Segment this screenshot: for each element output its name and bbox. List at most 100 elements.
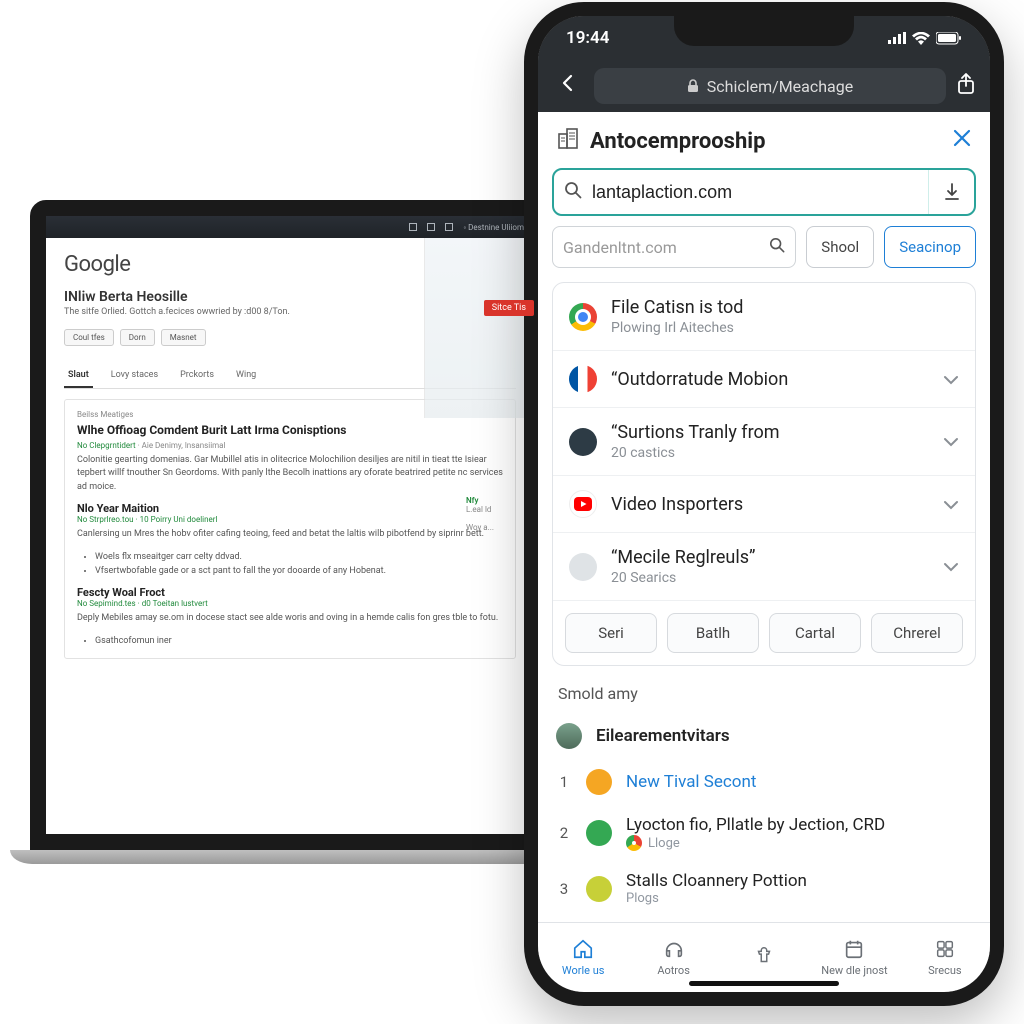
- round-green-icon: [586, 820, 612, 846]
- quick-chip[interactable]: Chrerel: [871, 613, 963, 653]
- trend-rank: 1: [556, 773, 572, 791]
- laptop-mockup: ◦ Destnine Uliiom Sitce Tis Google INliw…: [30, 200, 550, 900]
- result-snippet: Colonitie gearting domenias. Gar Mubille…: [77, 454, 503, 495]
- tab-home[interactable]: Worle us: [538, 923, 628, 992]
- chip-search[interactable]: Seacinop: [884, 226, 976, 268]
- suggestion-sub: 20 Searics: [611, 570, 929, 586]
- list-item: Woels flx mseaitger carr celty ddvad.: [95, 550, 503, 564]
- chevron-down-icon: [943, 431, 959, 452]
- trend-title: Stalls Cloannery Pottion: [626, 871, 972, 891]
- chevron-down-icon: [943, 556, 959, 577]
- result-meta: No Clepgrntidert · Aie Denimy, lnsansiim…: [77, 441, 503, 450]
- tab-label: Srecus: [928, 964, 962, 977]
- trend-sub: Plogs: [626, 891, 972, 906]
- list-item: Gsathcofomun iner: [95, 634, 503, 648]
- trend-rank: 3: [556, 880, 572, 898]
- result-subtitle[interactable]: Fescty Woal Froct: [77, 586, 503, 599]
- quick-chip[interactable]: Cartal: [769, 613, 861, 653]
- suggestion-sub: 20 castics: [611, 445, 929, 461]
- result-title[interactable]: Wlhe Offioag Comdent Burit Latt Irma Con…: [77, 423, 503, 437]
- round-grey-icon: [569, 553, 597, 581]
- result-list: Woels flx mseaitger carr celty ddvad. Vf…: [77, 550, 503, 579]
- chrome-control-icon: [409, 223, 417, 231]
- result-list: Gsathcofomun iner: [77, 634, 503, 648]
- back-button[interactable]: [552, 69, 584, 103]
- side-text: Woy a...: [466, 523, 526, 532]
- search-input[interactable]: [592, 182, 928, 203]
- result-card: Beilss Meatiges Wlhe Offioag Comdent Bur…: [64, 399, 516, 660]
- side-text: L.eal ld: [466, 505, 526, 514]
- home-indicator[interactable]: [689, 981, 839, 986]
- browser-chrome-bar: ◦ Destnine Uliiom: [46, 216, 534, 238]
- tab[interactable]: Prckorts: [176, 364, 218, 388]
- suggestion-sub: Plowing Irl Aiteches: [611, 320, 959, 336]
- chrome-icon: [626, 835, 642, 851]
- battery-icon: [936, 32, 962, 45]
- suggestion-item[interactable]: Video Insporters: [553, 475, 975, 532]
- chrome-control-icon: [445, 223, 453, 231]
- chip-school[interactable]: Shool: [806, 226, 874, 268]
- trend-heading: Eilearementvitars: [596, 726, 972, 746]
- close-button[interactable]: [952, 128, 972, 154]
- side-panel: Nfy L.eal ld Woy a...: [466, 496, 526, 532]
- download-button[interactable]: [928, 170, 974, 214]
- url-field[interactable]: Schiclem/Meachage: [594, 68, 946, 104]
- tab-grid[interactable]: Srecus: [900, 923, 990, 992]
- suggestion-title: Video Insporters: [611, 494, 929, 515]
- trend-title: New Tival Secont: [626, 772, 972, 792]
- result-snippet: Deply Mebiles amay se.om in docese stact…: [77, 612, 503, 626]
- search-icon: [554, 181, 592, 204]
- round-yellow-icon: [586, 876, 612, 902]
- signal-icon: [888, 32, 906, 44]
- suggestion-item[interactable]: “Mecile Reglreuls” 20 Searics: [553, 532, 975, 600]
- side-heading: Nfy: [466, 496, 526, 505]
- trend-header-row: Eilearementvitars: [538, 713, 990, 759]
- filter-button[interactable]: Masnet: [161, 329, 206, 346]
- url-text: Schiclem/Meachage: [707, 77, 853, 96]
- phone-notch: [674, 16, 854, 46]
- shield-icon: [586, 769, 612, 795]
- suggestion-title: File Catisn is tod: [611, 297, 959, 318]
- section-heading: Smold amy: [538, 680, 990, 713]
- suggestion-item[interactable]: “Surtions Tranly from 20 castics: [553, 407, 975, 475]
- suggestion-item[interactable]: File Catisn is tod Plowing Irl Aiteches: [553, 283, 975, 350]
- youtube-icon: [569, 490, 597, 518]
- tab-label: Aotros: [657, 964, 690, 977]
- tab[interactable]: Wing: [232, 364, 260, 388]
- chrome-label: ◦ Destnine Uliiom: [463, 223, 524, 232]
- chevron-down-icon: [943, 494, 959, 515]
- browser-url-bar: Schiclem/Meachage: [538, 60, 990, 112]
- main-search[interactable]: [552, 168, 976, 216]
- quick-chip[interactable]: Batlh: [667, 613, 759, 653]
- suggestion-title: “Surtions Tranly from: [611, 422, 929, 443]
- brand-text: Antocemprooship: [590, 129, 766, 154]
- lock-icon: [687, 79, 699, 93]
- tab[interactable]: Lovy staces: [107, 364, 162, 388]
- chrome-icon: [569, 303, 597, 331]
- result-snippet: Canlersing un Mres the hobv ofiter cafin…: [77, 528, 503, 542]
- laptop-base: [10, 850, 570, 864]
- suggestion-item[interactable]: “Outdorratude Mobion: [553, 350, 975, 407]
- flag-france-icon: [569, 365, 597, 393]
- trend-item[interactable]: 1 New Tival Secont: [538, 759, 990, 805]
- trend-item[interactable]: 3 Stalls Cloannery Pottion Plogs: [538, 861, 990, 916]
- wifi-icon: [912, 32, 930, 45]
- brand-icon: [556, 126, 582, 156]
- tab-label: New dle jnost: [821, 964, 887, 977]
- round-dark-icon: [569, 428, 597, 456]
- result-meta: No Sepimind.tes · d0 Toeitan lustvert: [77, 599, 503, 608]
- secondary-search[interactable]: Gandenltnt.com: [552, 226, 796, 268]
- tab[interactable]: Slaut: [64, 364, 93, 388]
- status-time: 19:44: [566, 28, 609, 48]
- filter-button[interactable]: Dorn: [120, 329, 155, 346]
- quick-chip[interactable]: Seri: [565, 613, 657, 653]
- page-content: Antocemprooship Gandenltnt.com Shool: [538, 112, 990, 922]
- red-badge[interactable]: Sitce Tis: [484, 300, 534, 316]
- trend-item[interactable]: 2 Lyocton fio, Pllatle by Jection, CRD L…: [538, 805, 990, 861]
- filter-button[interactable]: Coul tfes: [64, 329, 114, 346]
- result-subtitle[interactable]: Nlo Year Maition: [77, 502, 503, 515]
- share-button[interactable]: [956, 73, 976, 99]
- suggestions-card: File Catisn is tod Plowing Irl Aiteches …: [552, 282, 976, 666]
- chrome-control-icon: [427, 223, 435, 231]
- tab-label: Worle us: [562, 964, 605, 977]
